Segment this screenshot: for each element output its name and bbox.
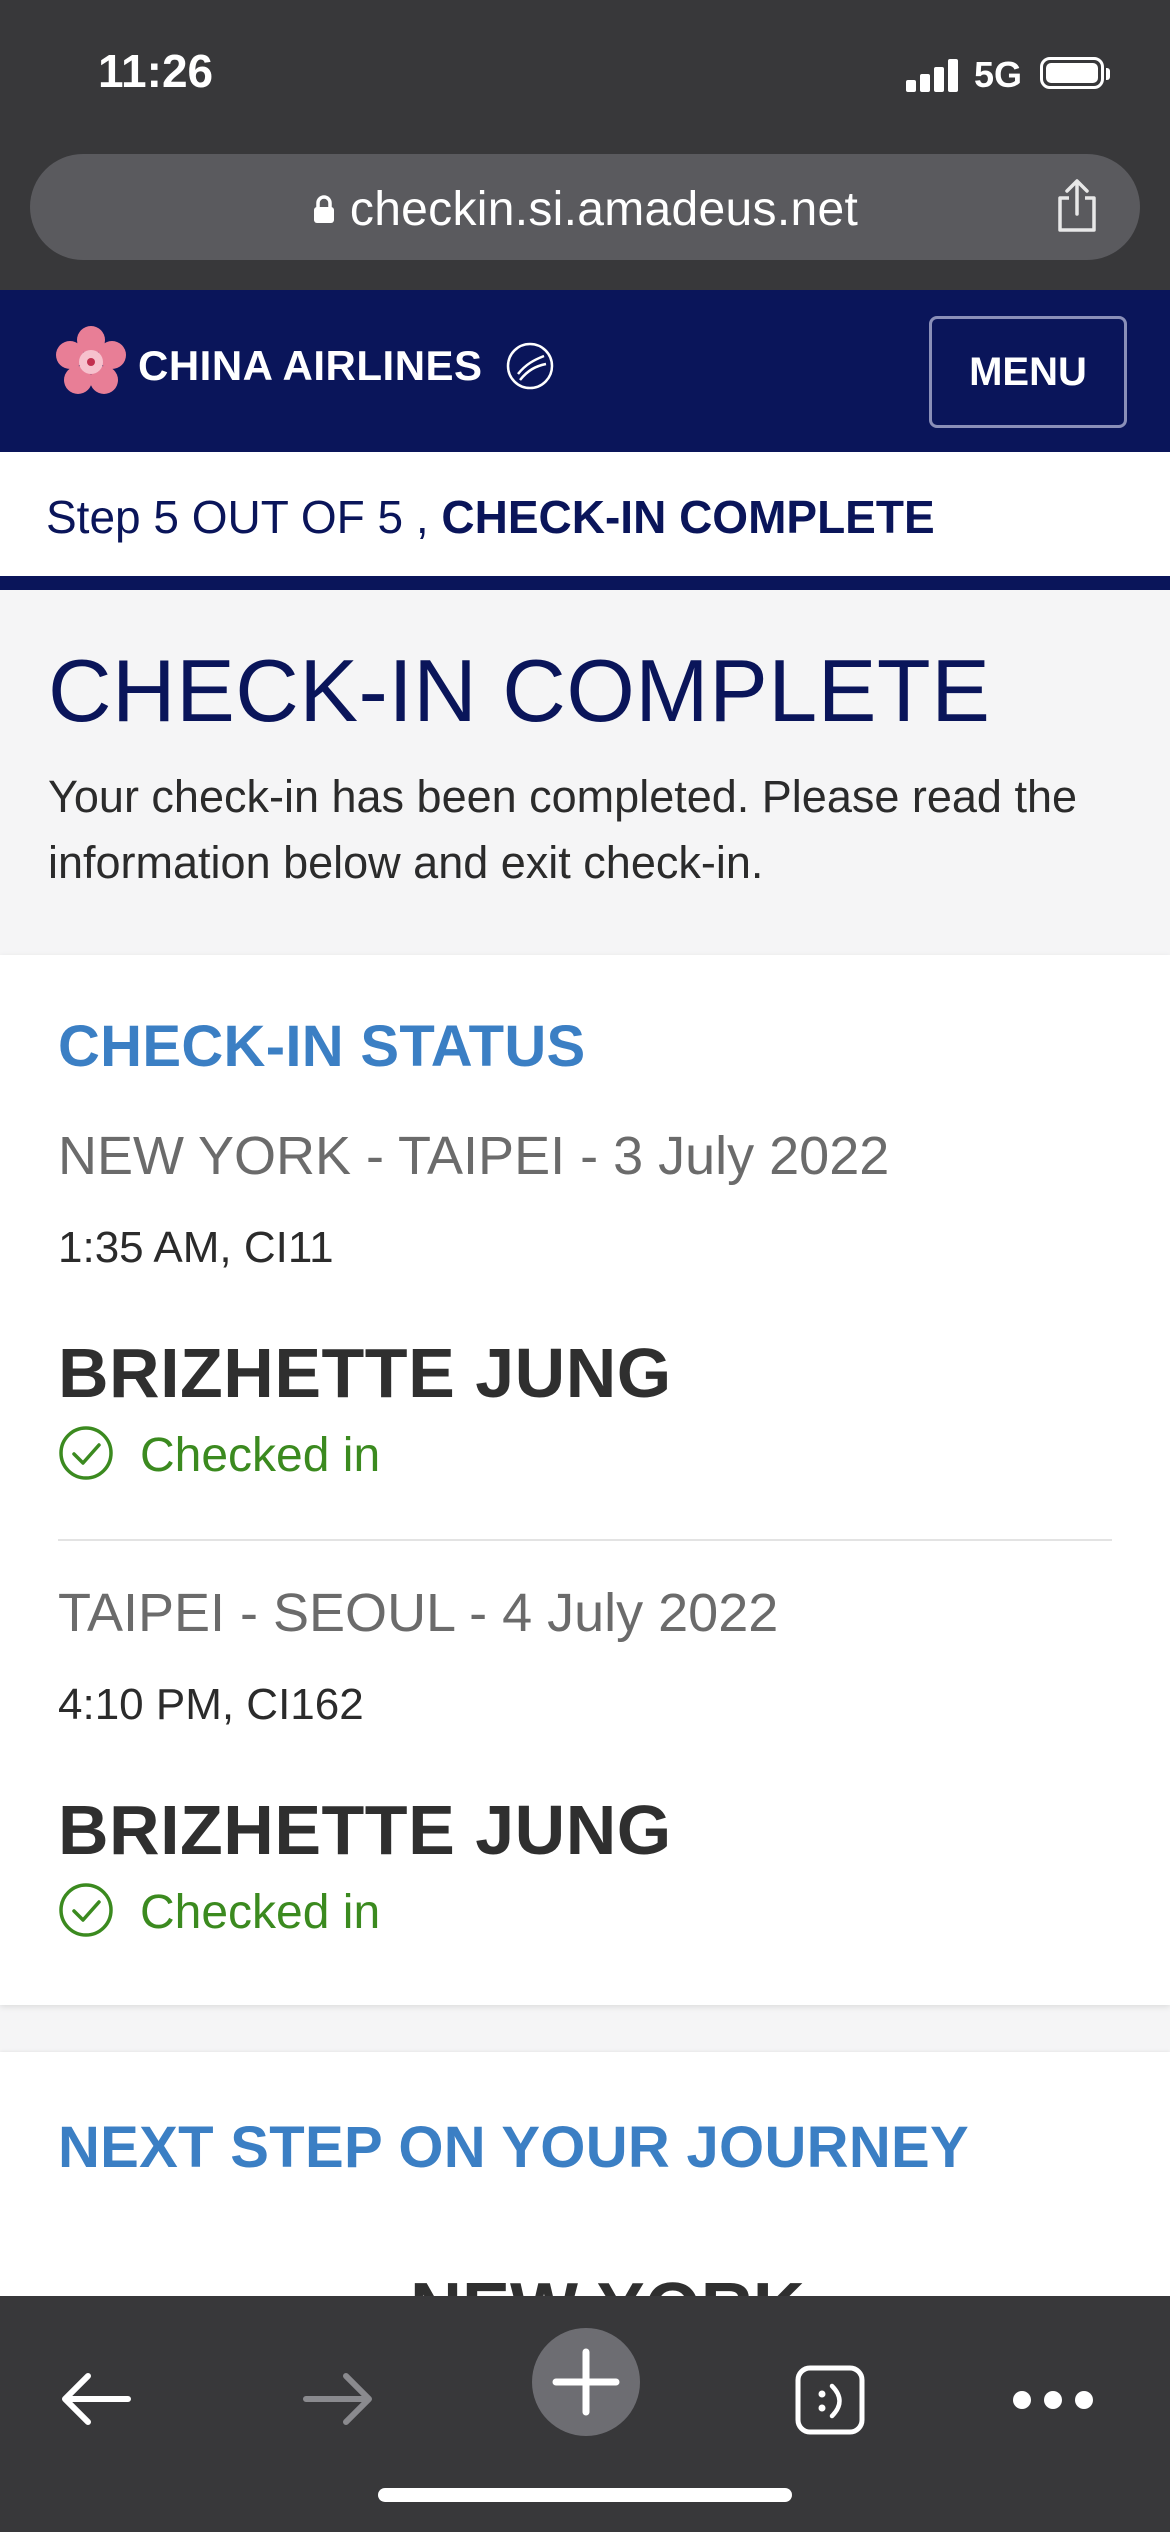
lock-icon: [312, 181, 336, 236]
address-bar[interactable]: checkin.si.amadeus.net: [30, 154, 1140, 260]
status-time: 11:26: [98, 45, 214, 97]
network-type: 5G: [974, 54, 1023, 95]
plum-blossom-logo-icon: [52, 324, 130, 401]
page-title: CHECK-IN COMPLETE: [48, 641, 991, 740]
flight-time-number: 4:10 PM, CI162: [58, 1680, 364, 1729]
forward-arrow-icon[interactable]: [298, 2364, 378, 2439]
check-circle-icon: [58, 1882, 114, 1943]
step-indicator: Step 5 OUT OF 5 , CHECK-IN COMPLETE: [0, 452, 1170, 590]
passenger-name: BRIZHETTE JUNG: [58, 1334, 672, 1412]
airline-logo-text: CHINA AIRLINES: [138, 342, 483, 389]
home-indicator[interactable]: [378, 2488, 792, 2502]
checkin-status-card: CHECK-IN STATUS NEW YORK - TAIPEI - 3 Ju…: [0, 955, 1170, 2005]
battery-icon: [1040, 57, 1110, 89]
passenger-name: BRIZHETTE JUNG: [58, 1791, 672, 1869]
completion-message: Your check-in has been completed. Please…: [48, 771, 1078, 888]
check-circle-icon: [58, 1425, 114, 1486]
checkin-status-row: Checked in: [58, 1425, 380, 1485]
checkin-status-text: Checked in: [140, 1885, 381, 1939]
next-step-heading: NEXT STEP ON YOUR JOURNEY: [58, 2115, 970, 2180]
skyteam-emblem-icon: [500, 334, 560, 399]
flight-divider: [58, 1539, 1112, 1541]
browser-address-area: checkin.si.amadeus.net: [0, 150, 1170, 290]
step-prefix: Step 5 OUT OF 5 ,: [46, 491, 429, 543]
checkin-status-text: Checked in: [140, 1428, 381, 1482]
url-display[interactable]: checkin.si.amadeus.net: [30, 182, 1140, 240]
tabs-icon[interactable]: [794, 2364, 866, 2441]
site-header: CHINA AIRLINES MENU: [0, 290, 1170, 452]
new-tab-plus-icon[interactable]: [530, 2326, 642, 2443]
step-progress: Step 5 OUT OF 5 , CHECK-IN COMPLETE: [46, 490, 935, 544]
url-text: checkin.si.amadeus.net: [349, 183, 859, 236]
share-icon[interactable]: [1054, 178, 1100, 239]
menu-button[interactable]: MENU: [929, 316, 1127, 428]
status-bar: 11:26 5G: [0, 0, 1170, 150]
checkin-status-heading: CHECK-IN STATUS: [58, 1014, 586, 1079]
step-current: CHECK-IN COMPLETE: [441, 491, 935, 543]
back-arrow-icon[interactable]: [56, 2364, 136, 2439]
cellular-signal-icon: [906, 58, 960, 92]
flight-route: TAIPEI - SEOUL - 4 July 2022: [58, 1583, 779, 1643]
flight-route: NEW YORK - TAIPEI - 3 July 2022: [58, 1126, 890, 1186]
flight-time-number: 1:35 AM, CI11: [58, 1223, 334, 1272]
checkin-status-row: Checked in: [58, 1882, 380, 1942]
more-icon[interactable]: [1010, 2388, 1096, 2417]
